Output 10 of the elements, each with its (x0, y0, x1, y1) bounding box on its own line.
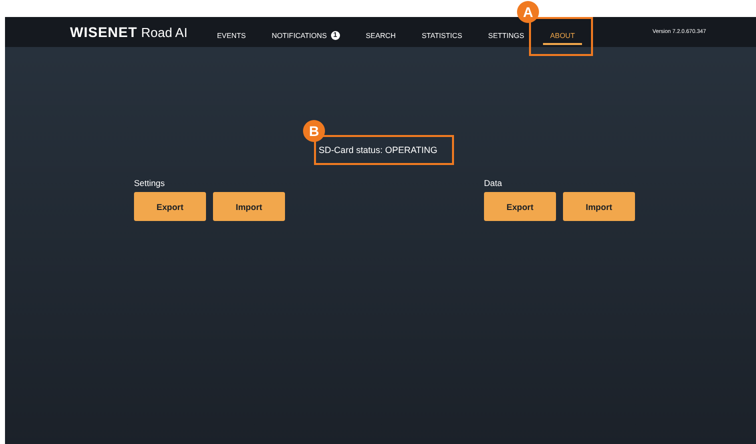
section-title: Settings (134, 178, 166, 188)
logo: WISENET Road AI (70, 24, 188, 40)
action-button[interactable]: Export (484, 192, 556, 221)
action-button[interactable]: Import (563, 192, 635, 221)
callout-marker: A (517, 1, 539, 23)
action-button[interactable]: Import (213, 192, 285, 221)
sd-card-status: SD-Card status: OPERATING (318, 145, 438, 155)
section-title: Data (484, 178, 503, 188)
action-button[interactable]: Export (134, 192, 206, 221)
callout-frame (529, 17, 593, 56)
